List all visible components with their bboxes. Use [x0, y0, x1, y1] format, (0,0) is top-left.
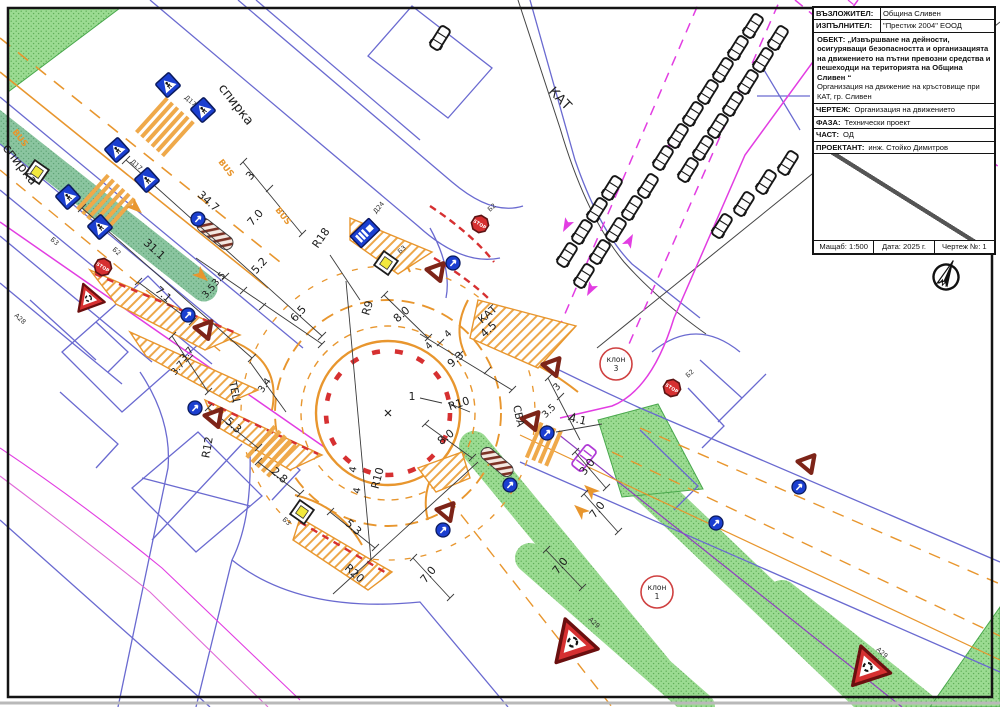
drawing-value: Организация на движението [852, 104, 994, 115]
client-label: ВЪЗЛОЖИТЕЛ: [814, 8, 880, 19]
svg-text:4: 4 [352, 487, 364, 495]
object-subtext: Организация на движение на кръстовище пр… [817, 82, 980, 100]
svg-text:34.7: 34.7 [195, 188, 222, 214]
contractor-value: "Престиж 2004" ЕООД [880, 20, 994, 31]
title-block: ВЪЗЛОЖИТЕЛ: Община Сливен ИЗПЪЛНИТЕЛ: "П… [812, 6, 996, 255]
svg-text:7.0: 7.0 [245, 207, 266, 229]
part-label: ЧАСТ: [814, 129, 841, 140]
contractor-label: ИЗПЪЛНИТЕЛ: [814, 20, 880, 31]
mandatory-direction-sign-icon [181, 308, 195, 322]
svg-text:Д17: Д17 [129, 158, 144, 173]
svg-text:4.1: 4.1 [568, 411, 588, 427]
svg-text:Б2: Б2 [111, 246, 123, 258]
bus-lane-marking: BUS [273, 206, 293, 228]
svg-text:Б2: Б2 [486, 202, 498, 214]
mandatory-direction-sign-icon [503, 478, 517, 492]
mandatory-direction-sign-icon [436, 523, 450, 537]
roundabout-warning-sign-icon [70, 279, 105, 312]
mandatory-direction-sign-icon [540, 426, 554, 440]
stop-sign-icon: STOP [469, 213, 491, 235]
svg-text:1: 1 [655, 592, 660, 601]
svg-text:Б2: Б2 [684, 368, 696, 380]
sheet-number: Чертеж №: 1 [935, 241, 994, 252]
stop-sign-icon: STOP [661, 377, 683, 399]
designer-value: инж. Стойко Димитров [866, 142, 994, 153]
svg-text:R12: R12 [199, 436, 216, 460]
svg-text:5.3: 5.3 [342, 517, 364, 538]
part-value: ОД [841, 129, 994, 140]
mandatory-direction-sign-icon [188, 401, 202, 415]
bus-lane-marking: BUS [216, 158, 236, 180]
svg-text:3: 3 [614, 364, 619, 373]
sba-label: СБА [510, 404, 526, 429]
svg-text:клон: клон [648, 583, 667, 592]
priority-road-sign-icon [288, 498, 316, 526]
kat-area-label: КАТ [545, 84, 574, 113]
mandatory-direction-sign-icon [792, 480, 806, 494]
object-block: ОБЕКТ: „Извършване на дейности, осигуряв… [814, 33, 994, 104]
svg-text:Б3: Б3 [281, 516, 293, 528]
svg-text:3: 3 [551, 381, 563, 393]
branch-1-badge: клон 1 [641, 576, 673, 608]
client-value: Община Сливен [880, 8, 994, 19]
branch-3-badge: клон 3 [600, 348, 632, 380]
give-way-sign-icon [542, 358, 564, 379]
north-arrow-icon [929, 255, 964, 293]
svg-text:8.0: 8.0 [391, 304, 413, 325]
svg-text:3.5: 3.5 [540, 402, 558, 420]
title-block-empty-cell [814, 154, 994, 241]
designer-label: ПРОЕКТАНТ: [814, 142, 866, 153]
svg-text:4: 4 [442, 328, 454, 340]
svg-text:R18: R18 [310, 225, 333, 250]
svg-text:А28: А28 [13, 312, 28, 326]
give-way-sign-icon [797, 455, 819, 476]
drawing-page: STOP STOP STOP спирка спирка КАТ КАТ ТЕЦ… [0, 0, 1000, 707]
phase-label: ФАЗА: [814, 117, 843, 128]
pedestrian-crossing-sign-icon [155, 72, 180, 97]
mandatory-direction-sign-icon [191, 212, 205, 226]
object-label: ОБЕКТ: [817, 35, 845, 44]
bus-stop-label: спирка [215, 81, 256, 128]
svg-text:Д24: Д24 [371, 200, 386, 215]
scale-value: Мащаб: 1:500 [814, 241, 874, 252]
drawing-label: ЧЕРТЕЖ: [814, 104, 852, 115]
svg-text:клон: клон [607, 355, 626, 364]
mandatory-direction-sign-icon [446, 256, 460, 270]
mandatory-direction-sign-icon [709, 516, 723, 530]
phase-value: Технически проект [843, 117, 994, 128]
svg-text:R9: R9 [359, 299, 376, 317]
svg-text:1: 1 [409, 390, 416, 403]
date-value: Дата: 2025 г. [874, 241, 934, 252]
